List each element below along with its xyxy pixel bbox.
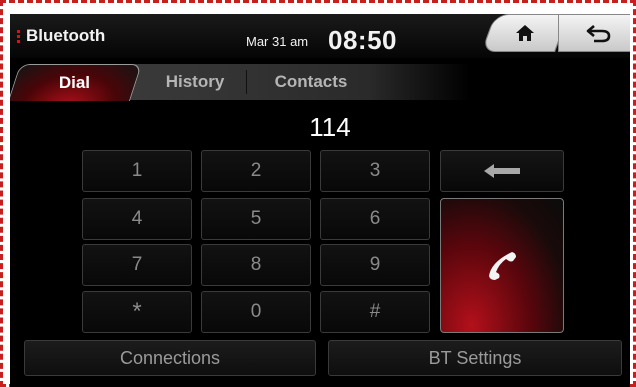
key-8[interactable]: 8 xyxy=(201,244,311,286)
tab-history[interactable]: History xyxy=(140,64,250,100)
key-9[interactable]: 9 xyxy=(320,244,430,286)
corner-buttons xyxy=(480,14,630,54)
key-7[interactable]: 7 xyxy=(82,244,192,286)
phone-handset-icon xyxy=(489,251,516,280)
key-3[interactable]: 3 xyxy=(320,150,430,192)
key-4[interactable]: 4 xyxy=(82,198,192,240)
bt-settings-button[interactable]: BT Settings xyxy=(328,340,622,376)
clock-time: 08:50 xyxy=(328,25,397,55)
tab-bar: Dial History Contacts xyxy=(10,64,630,101)
call-button[interactable] xyxy=(440,198,564,333)
tab-contacts[interactable]: Contacts xyxy=(256,64,366,100)
home-button[interactable] xyxy=(481,14,569,52)
key-2[interactable]: 2 xyxy=(201,150,311,192)
connections-button[interactable]: Connections xyxy=(24,340,316,376)
app-marker-icon xyxy=(17,30,20,44)
key-6[interactable]: 6 xyxy=(320,198,430,240)
key-star[interactable]: * xyxy=(82,291,192,333)
back-button[interactable] xyxy=(558,14,630,52)
top-status-bar: Bluetooth Mar 31 am 08:50 xyxy=(10,14,630,58)
home-icon xyxy=(516,25,534,41)
backspace-button[interactable] xyxy=(440,150,564,192)
tab-divider xyxy=(246,70,247,94)
back-arrow-icon xyxy=(586,25,611,43)
key-1[interactable]: 1 xyxy=(82,150,192,192)
key-hash[interactable]: # xyxy=(320,291,430,333)
backspace-arrow-icon xyxy=(484,164,520,178)
date-label: Mar 31 am xyxy=(246,34,309,49)
key-5[interactable]: 5 xyxy=(201,198,311,240)
dialed-number: 114 xyxy=(309,112,351,142)
tab-dial-label: Dial xyxy=(59,73,91,92)
app-title: Bluetooth xyxy=(26,26,106,45)
tab-dial[interactable]: Dial xyxy=(10,64,143,101)
key-0[interactable]: 0 xyxy=(201,291,311,333)
bluetooth-screen: Bluetooth Mar 31 am 08:50 Dial History C… xyxy=(10,14,630,387)
